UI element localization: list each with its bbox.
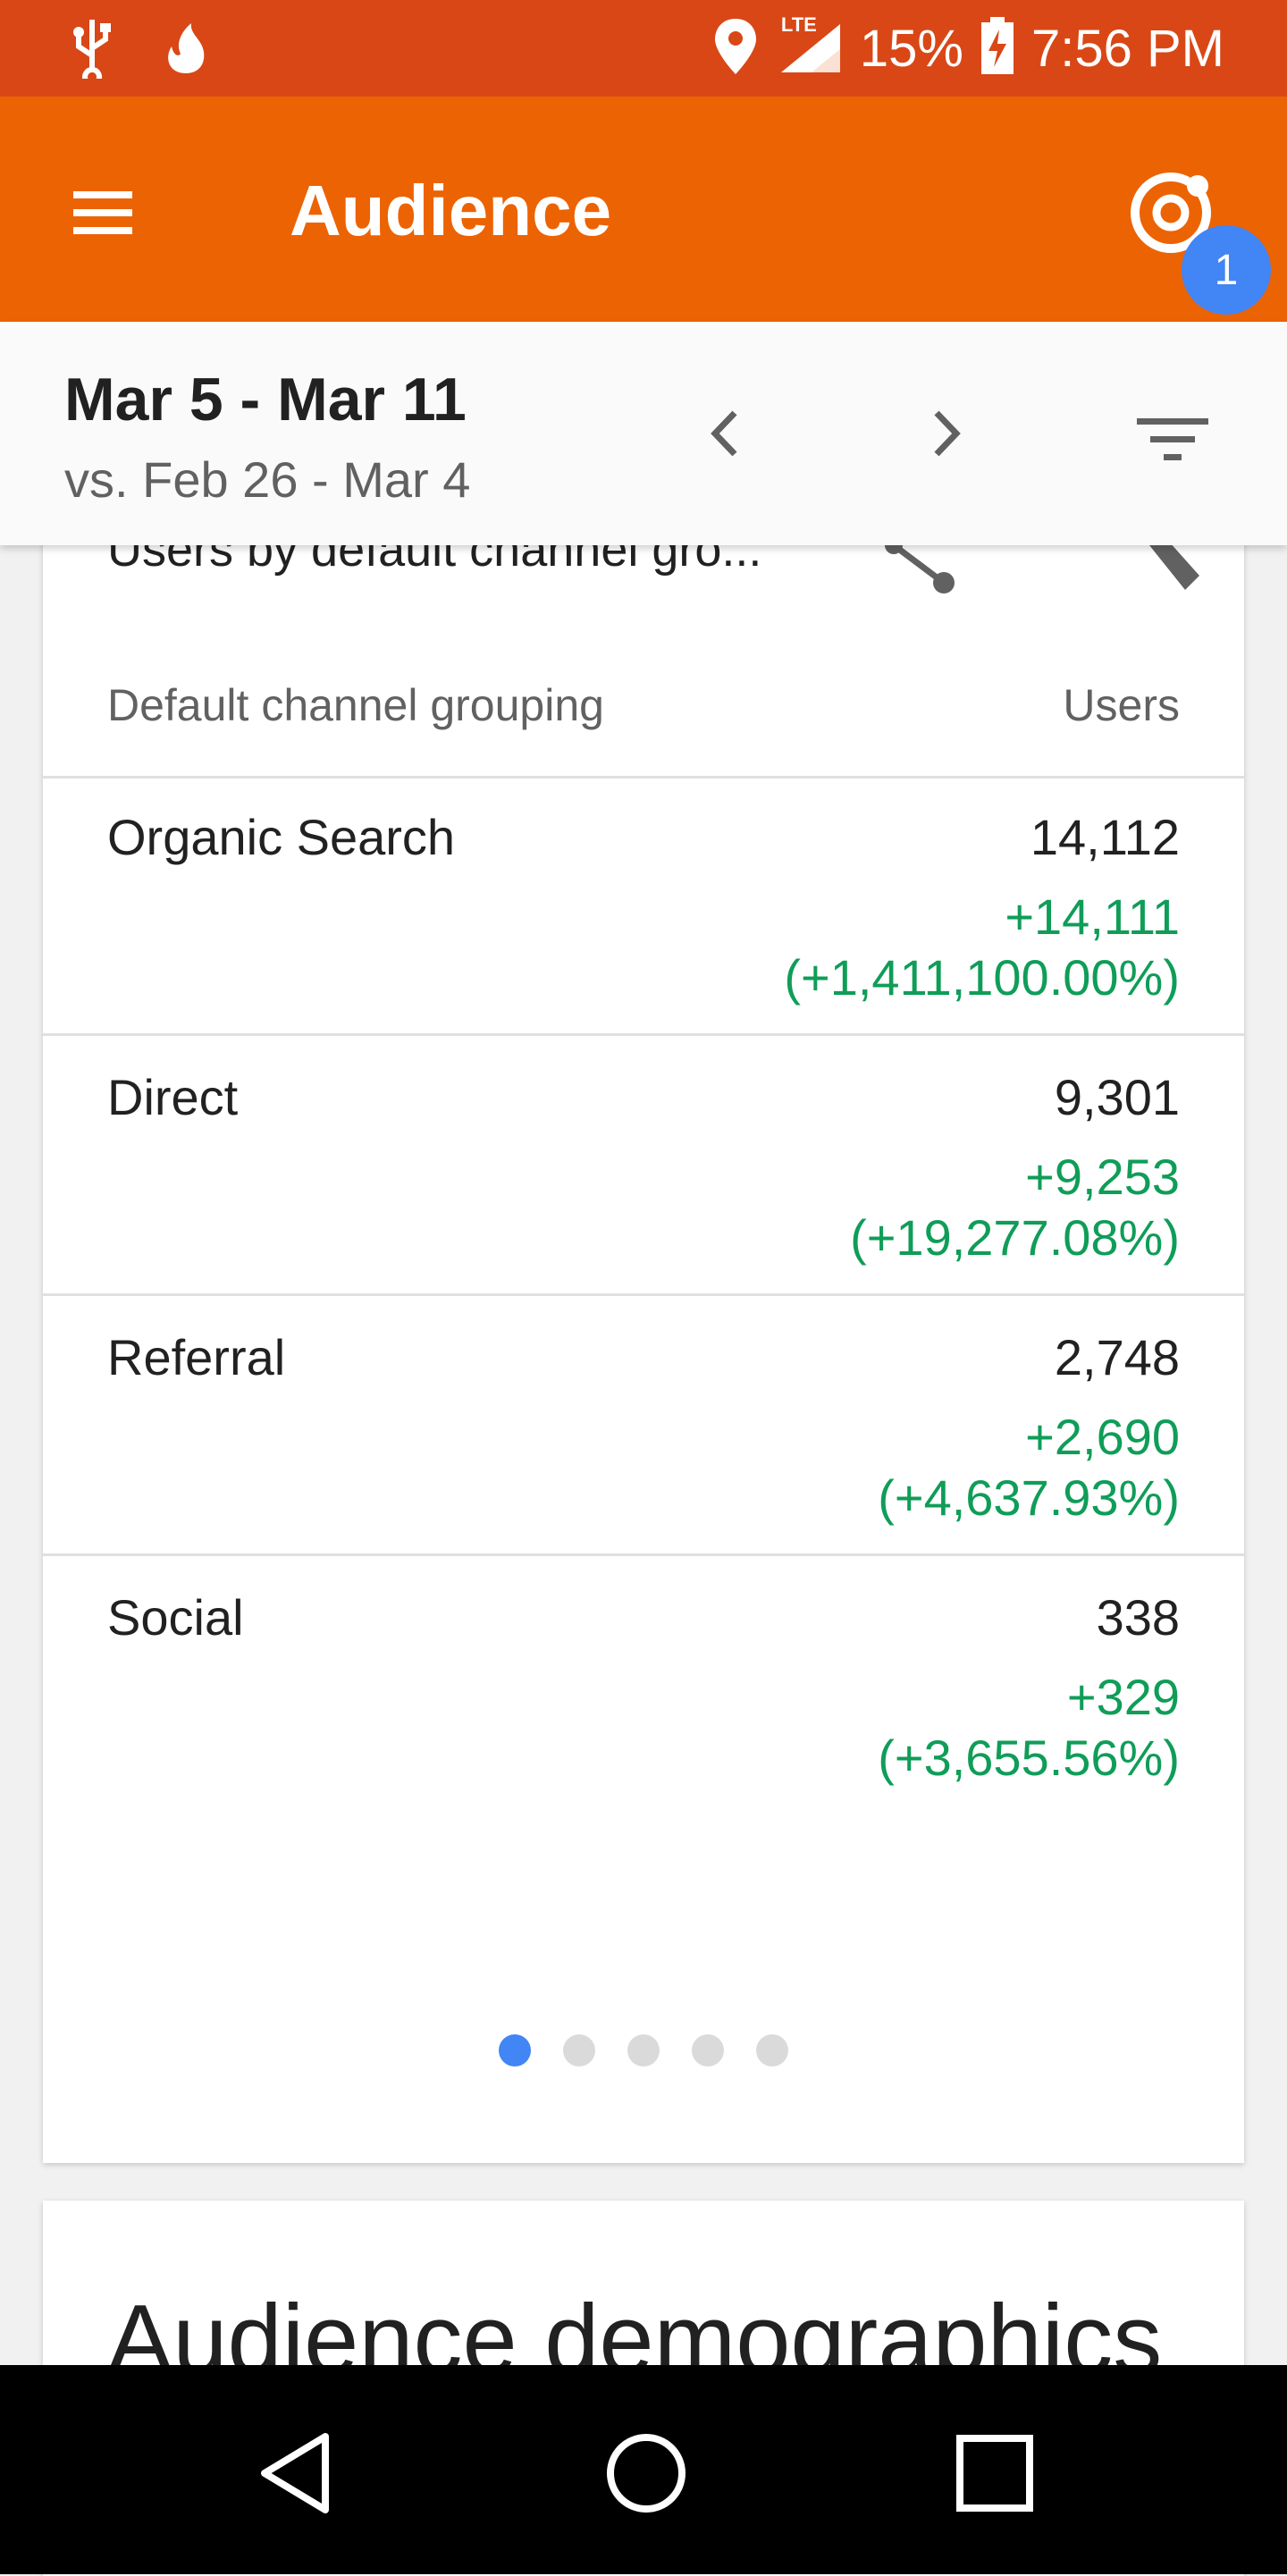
users-value: 2,748 [1054,1329,1180,1385]
table-row[interactable]: Social 338 +329 (+3,655.56%) [43,1556,1244,1814]
users-change: +329 (+3,655.56%) [878,1667,1180,1789]
users-delta: +14,111 [1005,888,1180,945]
users-delta-percent: (+4,637.93%) [878,1469,1180,1526]
users-delta-percent: (+1,411,100.00%) [784,949,1180,1006]
channel-name: Organic Search [107,809,456,865]
table-row[interactable]: Referral 2,748 +2,690 (+4,637.93%) [43,1296,1244,1556]
users-value: 14,112 [1030,809,1180,865]
network-label: LTE [780,13,817,36]
system-navigation-bar [0,2365,1287,2574]
chevron-right-icon [934,410,961,457]
channel-users-card: Users by default channel gro... Default … [43,501,1244,2163]
home-button[interactable] [597,2424,695,2522]
next-range-button[interactable] [912,393,983,474]
channel-name: Referral [107,1329,286,1385]
users-delta: +329 [1066,1669,1180,1725]
page-dot-1[interactable] [499,2034,531,2067]
page-dot-3[interactable] [627,2034,660,2067]
date-range-bar: Mar 5 - Mar 11 vs. Feb 26 - Mar 4 [0,322,1287,545]
chevron-left-icon [711,410,737,457]
date-range-current[interactable]: Mar 5 - Mar 11 [64,365,467,434]
table-row[interactable]: Organic Search 14,112 +14,111 (+1,411,10… [43,776,1244,1036]
fire-icon [159,16,213,83]
page-dot-2[interactable] [563,2034,595,2067]
users-value: 9,301 [1054,1069,1180,1125]
date-range-compare[interactable]: vs. Feb 26 - Mar 4 [64,450,470,509]
users-delta: +2,690 [1025,1409,1180,1465]
users-value: 338 [1096,1589,1180,1646]
clock: 7:56 PM [1031,19,1224,78]
users-change: +14,111 (+1,411,100.00%) [784,887,1180,1008]
back-triangle-icon [261,2433,329,2513]
page-dot-4[interactable] [692,2034,724,2067]
filter-button[interactable] [1128,402,1217,474]
signal-icon: LTE [776,13,844,80]
page-indicator [43,2034,1244,2067]
table-row[interactable]: Direct 9,301 +9,253 (+19,277.08%) [43,1036,1244,1296]
home-circle-icon [607,2434,686,2513]
hamburger-menu-icon [73,191,132,234]
column-header-channel: Default channel grouping [107,680,604,730]
back-button[interactable] [250,2424,349,2522]
table-header: Default channel grouping Users [43,661,1244,779]
menu-button[interactable] [55,168,172,257]
status-bar: LTE 15% 7:56 PM [0,0,1287,97]
usb-icon [70,16,114,87]
recent-apps-square-icon [956,2435,1033,2512]
battery-percent: 15% [859,19,963,78]
channel-name: Social [107,1589,244,1646]
users-delta: +9,253 [1025,1149,1180,1205]
notification-badge: 1 [1182,225,1271,315]
column-header-users: Users [1063,680,1180,730]
users-change: +9,253 (+19,277.08%) [850,1147,1180,1268]
battery-charging-icon [980,16,1015,80]
recent-apps-button[interactable] [946,2424,1044,2522]
location-icon [711,17,760,80]
users-change: +2,690 (+4,637.93%) [878,1407,1180,1528]
users-delta-percent: (+3,655.56%) [878,1730,1180,1786]
app-bar: Audience 1 [0,97,1287,322]
page-title: Audience [290,171,612,250]
filter-icon [1137,418,1208,460]
users-delta-percent: (+19,277.08%) [850,1209,1180,1266]
page-dot-5[interactable] [756,2034,788,2067]
channel-name: Direct [107,1069,239,1125]
previous-range-button[interactable] [688,393,760,474]
